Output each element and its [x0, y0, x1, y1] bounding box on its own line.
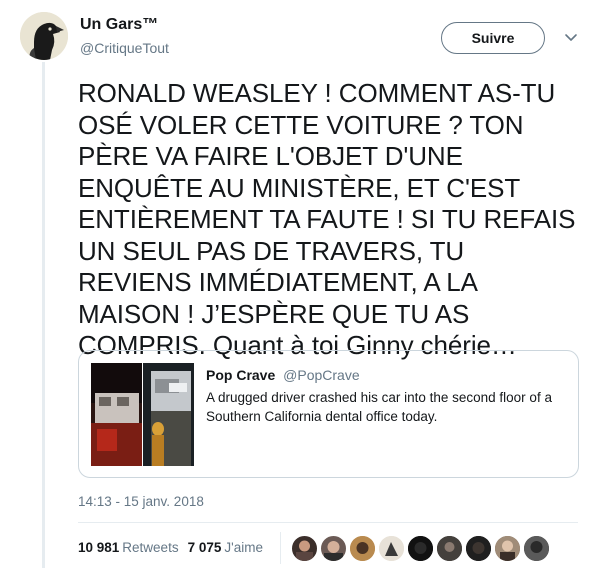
author-name[interactable]: Un Gars™ — [80, 16, 158, 34]
liker-avatar[interactable] — [436, 535, 463, 562]
quoted-author-name[interactable]: Pop Crave — [206, 367, 275, 383]
liker-avatar[interactable] — [320, 535, 347, 562]
thread-line — [42, 62, 45, 568]
retweets-count: 10 981 — [78, 540, 120, 555]
likes-label: J'aime — [224, 540, 263, 555]
likes-stat[interactable]: 7 075 J'aime — [188, 540, 263, 555]
likes-count: 7 075 — [187, 540, 222, 555]
quoted-tweet-card[interactable]: Pop Crave @PopCrave A drugged driver cra… — [78, 350, 579, 478]
raven-avatar-icon — [20, 12, 68, 60]
tweet-stats: 10 981 Retweets 7 075 J'aime — [78, 540, 263, 555]
chevron-down-icon[interactable] — [564, 30, 578, 44]
divider — [78, 522, 578, 523]
author-handle[interactable]: @CritiqueTout — [80, 40, 169, 56]
retweets-stat[interactable]: 10 981 Retweets — [78, 540, 179, 555]
quoted-tweet-text: A drugged driver crashed his car into th… — [206, 390, 552, 424]
liker-avatar[interactable] — [465, 535, 492, 562]
liker-avatar[interactable] — [407, 535, 434, 562]
follow-button[interactable]: Suivre — [441, 22, 545, 54]
liker-avatar[interactable] — [349, 535, 376, 562]
author-avatar[interactable] — [20, 12, 68, 60]
liker-avatar[interactable] — [291, 535, 318, 562]
car-crash-photo[interactable] — [91, 363, 194, 466]
stats-separator — [280, 532, 281, 564]
tweet-timestamp[interactable]: 14:13 - 15 janv. 2018 — [78, 494, 204, 509]
quoted-author-handle[interactable]: @PopCrave — [283, 367, 359, 383]
retweets-label: Retweets — [122, 540, 179, 555]
liker-avatar[interactable] — [494, 535, 521, 562]
liker-avatar[interactable] — [378, 535, 405, 562]
tweet-text: RONALD WEASLEY ! COMMENT AS-TU OSÉ VOLER… — [78, 78, 576, 360]
liker-avatar[interactable] — [523, 535, 550, 562]
